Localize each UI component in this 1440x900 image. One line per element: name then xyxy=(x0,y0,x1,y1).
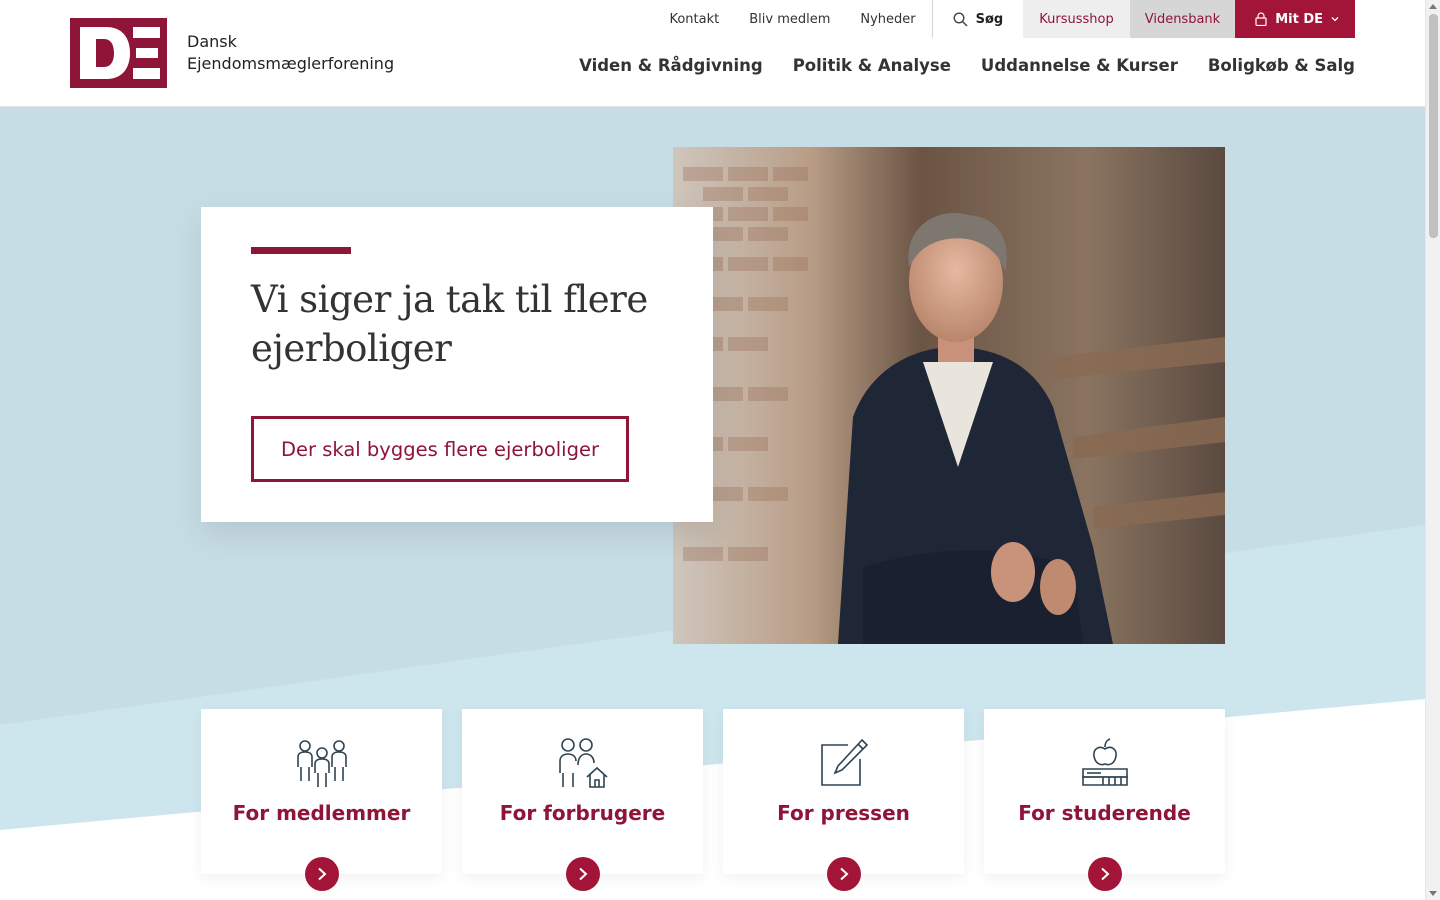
brand-name-line1: Dansk xyxy=(187,32,237,51)
mit-de-button[interactable]: Mit DE xyxy=(1235,0,1355,38)
mainnav-item-uddannelse[interactable]: Uddannelse & Kurser xyxy=(981,56,1178,75)
tile-for-pressen[interactable]: For pressen xyxy=(723,709,964,891)
hero-heading: Vi siger ja tak til flere ejerboliger xyxy=(251,278,648,370)
chevron-right-icon xyxy=(317,867,326,881)
hero-photo xyxy=(673,147,1225,644)
accent-bar xyxy=(251,247,351,254)
arrow-right-button[interactable] xyxy=(1087,857,1122,891)
mit-de-label: Mit DE xyxy=(1275,11,1323,27)
apple-books-icon xyxy=(1081,738,1128,786)
pen-paper-icon xyxy=(820,738,868,786)
arrow-right-button[interactable] xyxy=(565,857,600,891)
top-navigation: Kontakt Bliv medlem Nyheder Søg Kursussh… xyxy=(654,0,1355,38)
search-label: Søg xyxy=(975,11,1004,27)
main-navigation: Viden & Rådgivning Politik & Analyse Udd… xyxy=(579,56,1355,75)
de-logo[interactable] xyxy=(70,18,167,88)
arrow-right-button[interactable] xyxy=(826,857,861,891)
chevron-right-icon xyxy=(839,867,848,881)
people-group-icon xyxy=(296,740,347,787)
brand-name[interactable]: Dansk Ejendomsmæglerforening xyxy=(187,31,394,75)
scrollbar-thumb[interactable] xyxy=(1429,14,1438,238)
hero-cta-button[interactable]: Der skal bygges flere ejerboliger xyxy=(251,416,629,482)
search-button[interactable]: Søg xyxy=(933,0,1024,38)
site-header: Dansk Ejendomsmæglerforening Kontakt Bli… xyxy=(0,0,1425,107)
vidensbank-button[interactable]: Vidensbank xyxy=(1129,0,1236,38)
page-scrollbar[interactable] xyxy=(1425,0,1440,900)
brand-name-line2: Ejendomsmæglerforening xyxy=(187,54,395,73)
scroll-down-arrow[interactable] xyxy=(1429,891,1437,896)
search-icon xyxy=(953,11,968,27)
chevron-right-icon xyxy=(578,867,587,881)
tile-label: For forbrugere xyxy=(499,801,666,825)
tile-for-studerende[interactable]: For studerende xyxy=(984,709,1225,891)
topnav-link-nyheder[interactable]: Nyheder xyxy=(845,0,930,38)
tile-for-medlemmer[interactable]: For medlemmer xyxy=(201,709,442,891)
mainnav-item-boligkob[interactable]: Boligkøb & Salg xyxy=(1208,56,1355,75)
family-house-icon xyxy=(558,738,608,788)
mainnav-item-politik[interactable]: Politik & Analyse xyxy=(793,56,951,75)
mainnav-item-viden[interactable]: Viden & Rådgivning xyxy=(579,56,763,75)
tile-label: For pressen xyxy=(777,801,910,825)
lock-icon xyxy=(1255,12,1267,26)
tile-label: For studerende xyxy=(1018,801,1191,825)
scroll-up-arrow[interactable] xyxy=(1429,4,1437,9)
tile-for-forbrugere[interactable]: For forbrugere xyxy=(462,709,703,891)
chevron-right-icon xyxy=(1100,867,1109,881)
chevron-down-icon xyxy=(1331,17,1339,22)
topnav-link-bliv-medlem[interactable]: Bliv medlem xyxy=(734,0,845,38)
arrow-right-button[interactable] xyxy=(304,857,339,891)
tile-label: For medlemmer xyxy=(232,801,411,825)
kursusshop-button[interactable]: Kursusshop xyxy=(1023,0,1130,38)
topnav-link-kontakt[interactable]: Kontakt xyxy=(654,0,734,38)
hero-card: Vi siger ja tak til flere ejerboliger De… xyxy=(201,207,713,522)
